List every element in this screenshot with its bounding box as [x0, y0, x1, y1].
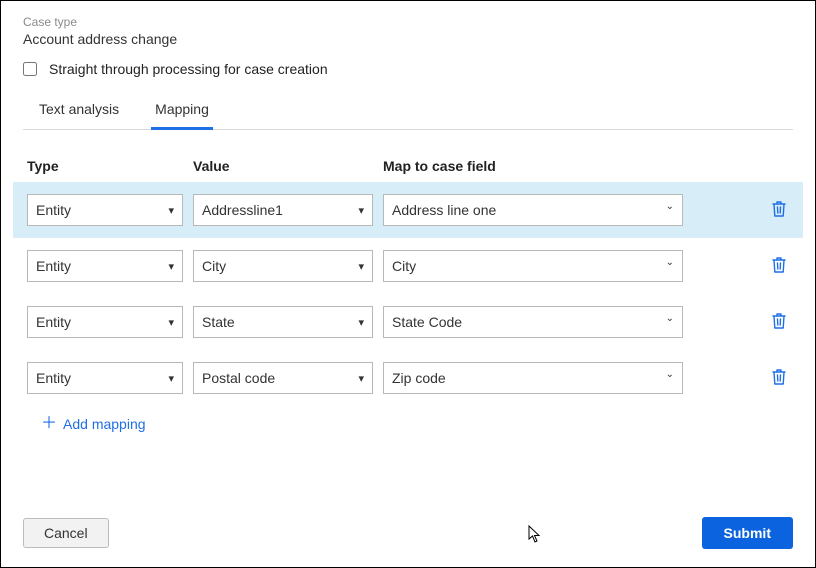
chevron-down-icon: ⌄ — [666, 369, 674, 380]
type-select-value: Entity — [36, 202, 71, 218]
tabs: Text analysis Mapping — [23, 101, 793, 130]
map-to-combo[interactable]: State Code ⌄ — [383, 306, 683, 338]
col-header-value: Value — [193, 158, 383, 174]
stp-label: Straight through processing for case cre… — [49, 61, 328, 77]
chevron-down-icon: ▾ — [168, 204, 174, 217]
dialog-footer: Cancel Submit — [23, 517, 793, 549]
submit-button[interactable]: Submit — [702, 517, 793, 549]
type-select[interactable]: Entity ▾ — [27, 306, 183, 338]
type-select-value: Entity — [36, 314, 71, 330]
map-to-combo[interactable]: Zip code ⌄ — [383, 362, 683, 394]
delete-row-button[interactable] — [769, 256, 789, 276]
chevron-down-icon: ⌄ — [666, 201, 674, 212]
delete-row-button[interactable] — [769, 312, 789, 332]
mapping-table: Type Value Map to case field Entity▾Addr… — [23, 158, 793, 432]
type-select[interactable]: Entity ▾ — [27, 250, 183, 282]
col-header-type: Type — [27, 158, 193, 174]
chevron-down-icon: ▾ — [168, 316, 174, 329]
add-mapping-button[interactable]: ＋ Add mapping — [41, 416, 793, 432]
plus-icon: ＋ — [41, 416, 57, 432]
chevron-down-icon: ▾ — [358, 260, 364, 273]
type-select[interactable]: Entity ▾ — [27, 362, 183, 394]
type-select-value: Entity — [36, 258, 71, 274]
chevron-down-icon: ▾ — [358, 204, 364, 217]
trash-icon — [771, 368, 787, 389]
chevron-down-icon: ▾ — [168, 260, 174, 273]
type-select[interactable]: Entity ▾ — [27, 194, 183, 226]
map-to-value: Address line one — [392, 202, 496, 218]
value-select[interactable]: State ▾ — [193, 306, 373, 338]
case-type-value: Account address change — [23, 31, 793, 47]
map-to-combo[interactable]: Address line one ⌄ — [383, 194, 683, 226]
value-select-value: Addressline1 — [202, 202, 283, 218]
trash-icon — [771, 312, 787, 333]
value-select[interactable]: Addressline1 ▾ — [193, 194, 373, 226]
delete-row-button[interactable] — [769, 200, 789, 220]
value-select[interactable]: City ▾ — [193, 250, 373, 282]
delete-row-button[interactable] — [769, 368, 789, 388]
mapping-row: Entity ▾ Postal code ▾ Zip code ⌄ — [23, 350, 793, 406]
case-type-label: Case type — [23, 15, 793, 29]
map-to-value: Zip code — [392, 370, 446, 386]
value-select-value: Postal code — [202, 370, 275, 386]
value-select[interactable]: Postal code ▾ — [193, 362, 373, 394]
trash-icon — [771, 256, 787, 277]
stp-row: Straight through processing for case cre… — [23, 61, 793, 77]
map-to-value: City — [392, 258, 416, 274]
stp-checkbox[interactable] — [23, 62, 37, 76]
value-select-value: State — [202, 314, 235, 330]
chevron-down-icon: ⌄ — [666, 257, 674, 268]
map-to-value: State Code — [392, 314, 462, 330]
chevron-down-icon: ⌄ — [666, 313, 674, 324]
mapping-row: Entity ▾ State ▾ State Code ⌄ — [23, 294, 793, 350]
mapping-row: Entity ▾ Addressline1 ▾ Address line one ⌄ — [13, 182, 803, 238]
add-mapping-label: Add mapping — [63, 416, 146, 432]
map-to-combo[interactable]: City ⌄ — [383, 250, 683, 282]
type-select-value: Entity — [36, 370, 71, 386]
column-headers: Type Value Map to case field — [23, 158, 793, 182]
tab-mapping[interactable]: Mapping — [151, 101, 213, 130]
trash-icon — [771, 200, 787, 221]
mapping-row: Entity ▾ City ▾ City ⌄ — [23, 238, 793, 294]
chevron-down-icon: ▾ — [168, 372, 174, 385]
chevron-down-icon: ▾ — [358, 316, 364, 329]
cancel-button[interactable]: Cancel — [23, 518, 109, 548]
chevron-down-icon: ▾ — [358, 372, 364, 385]
tab-text-analysis[interactable]: Text analysis — [35, 101, 123, 130]
config-dialog: Case type Account address change Straigh… — [0, 0, 816, 568]
col-header-map: Map to case field — [383, 158, 693, 174]
value-select-value: City — [202, 258, 226, 274]
